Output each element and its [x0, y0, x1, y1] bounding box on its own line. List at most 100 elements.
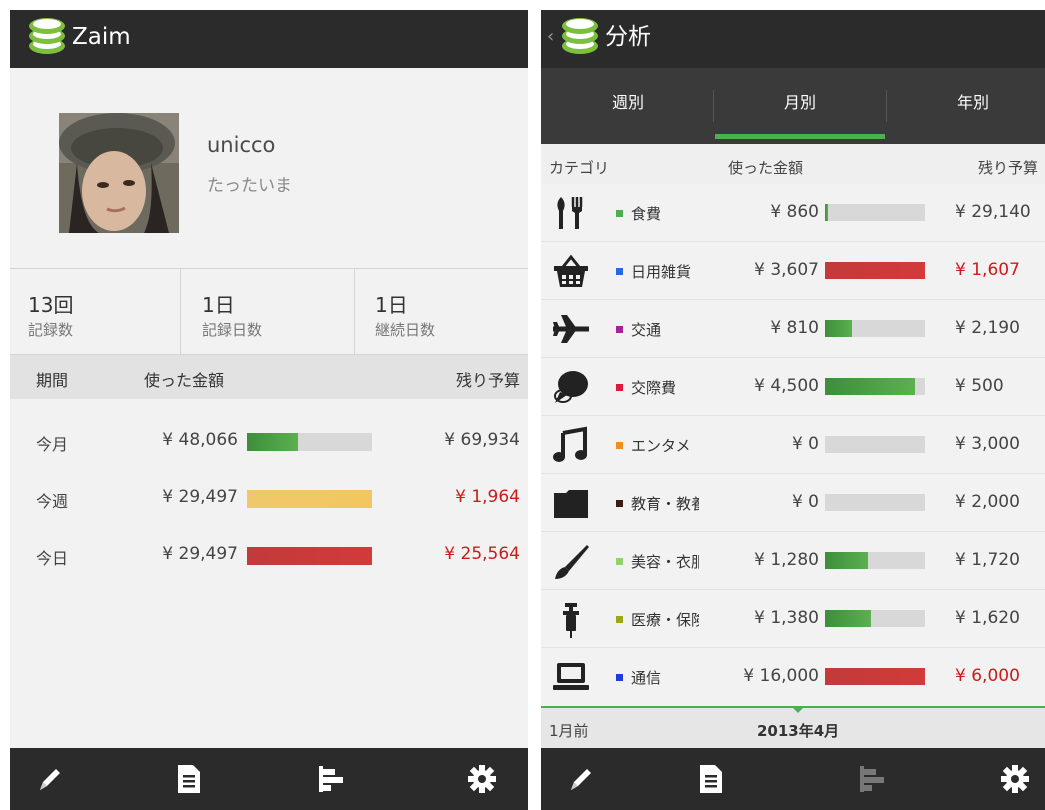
- budget-progress-fill: [825, 378, 915, 395]
- tab-weekly[interactable]: 週別: [543, 68, 713, 144]
- stat-value: 13回: [28, 293, 74, 317]
- category-color-swatch: [616, 268, 623, 275]
- budget-progress-bar: [825, 320, 925, 337]
- category-color-swatch: [616, 326, 623, 333]
- spent-amount: ¥ 0: [791, 492, 819, 512]
- category-row[interactable]: 交通 ¥ 810 ¥ 2,190: [541, 300, 1045, 358]
- category-row[interactable]: 食費 ¥ 860 ¥ 29,140: [541, 184, 1045, 242]
- header-remaining: 残り予算: [978, 159, 1039, 177]
- divider: [713, 90, 714, 122]
- tab-monthly[interactable]: 月別: [715, 68, 885, 144]
- pencil-icon: [571, 769, 591, 790]
- current-month: 2013年4月: [757, 722, 840, 740]
- remaining-budget: ¥ 1,607: [955, 260, 1020, 280]
- history-nav-button[interactable]: [671, 748, 751, 810]
- category-row[interactable]: 通信 ¥ 16,000 ¥ 6,000: [541, 648, 1045, 706]
- stat-value: 1日: [375, 293, 408, 317]
- period-row[interactable]: 今日 ¥ 29,497 ¥ 25,564: [10, 527, 528, 583]
- airplane-icon: [551, 309, 591, 349]
- previous-month-button[interactable]: 1月前: [549, 720, 589, 741]
- tab-yearly[interactable]: 年別: [888, 68, 1045, 144]
- budget-progress-fill: [825, 610, 871, 627]
- screen-title: 分析: [605, 24, 651, 50]
- stat-streak-days: 1日 継続日数: [355, 269, 528, 355]
- category-row[interactable]: 教育・教養 ¥ 0 ¥ 2,000: [541, 474, 1045, 532]
- category-row[interactable]: 交際費 ¥ 4,500 ¥ 500: [541, 358, 1045, 416]
- spent-amount: ¥ 16,000: [743, 666, 819, 686]
- category-row[interactable]: 日用雑貨 ¥ 3,607 ¥ 1,607: [541, 242, 1045, 300]
- spent-amount: ¥ 860: [770, 202, 819, 222]
- settings-nav-button[interactable]: [442, 748, 522, 810]
- budget-progress-bar: [825, 262, 925, 279]
- budget-progress-bar: [825, 552, 925, 569]
- brush-icon: [551, 541, 591, 581]
- remaining-budget: ¥ 2,190: [955, 318, 1020, 338]
- category-name: 食費: [631, 205, 662, 223]
- budget-progress-fill: [247, 490, 372, 508]
- last-seen: たったいま: [207, 176, 292, 196]
- music-note-icon: [551, 425, 591, 465]
- period-label: 今週: [36, 492, 69, 511]
- remaining-budget: ¥ 500: [955, 376, 1004, 396]
- budget-progress-bar: [825, 668, 925, 685]
- spent-amount: ¥ 29,497: [162, 544, 238, 564]
- budget-progress-bar: [247, 547, 372, 565]
- active-tab-indicator: [715, 134, 885, 139]
- analysis-nav-button[interactable]: [290, 748, 370, 810]
- budget-progress-fill: [247, 433, 299, 451]
- spent-amount: ¥ 3,607: [754, 260, 819, 280]
- period-table-header: 期間 使った金額 残り予算: [10, 355, 528, 399]
- month-navigator: 1月前 2013年4月: [541, 706, 1045, 748]
- stats-panel: 13回 記録数 1日 記録日数 1日 継続日数: [10, 268, 528, 355]
- stat-record-count: 13回 記録数: [10, 269, 180, 355]
- app-bar: Zaim: [10, 10, 528, 68]
- category-table-header: カテゴリ 使った金額 残り予算: [541, 144, 1045, 184]
- remaining-budget: ¥ 2,000: [955, 492, 1020, 512]
- category-row[interactable]: エンタメ ¥ 0 ¥ 3,000: [541, 416, 1045, 474]
- header-remaining: 残り予算: [455, 371, 520, 390]
- spent-amount: ¥ 810: [770, 318, 819, 338]
- app-title: Zaim: [72, 24, 131, 50]
- stat-label: 記録日数: [202, 321, 263, 339]
- budget-progress-fill: [825, 262, 925, 279]
- budget-progress-fill: [247, 547, 372, 565]
- avatar[interactable]: [59, 113, 179, 233]
- budget-progress-bar: [825, 204, 925, 221]
- period-row[interactable]: 今月 ¥ 48,066 ¥ 69,934: [10, 413, 528, 469]
- basket-icon: [551, 251, 591, 291]
- analysis-screen: ‹ 分析 週別 月別 年別 カテゴリ 使った金額 残り予算 食費 ¥ 860 ¥ 2…: [541, 10, 1045, 810]
- month-pointer: [791, 706, 805, 713]
- input-nav-button[interactable]: [541, 748, 621, 810]
- category-name: 交通: [631, 321, 662, 339]
- settings-nav-button[interactable]: [975, 748, 1045, 810]
- budget-progress-fill: [825, 552, 868, 569]
- category-row[interactable]: 医療・保険 ¥ 1,380 ¥ 1,620: [541, 590, 1045, 648]
- category-name: 医療・保険: [631, 611, 699, 629]
- budget-progress-fill: [825, 668, 925, 685]
- back-chevron-icon[interactable]: ‹: [547, 26, 554, 47]
- zaim-logo-icon: [29, 18, 65, 54]
- divider: [886, 90, 887, 122]
- history-nav-button[interactable]: [149, 748, 229, 810]
- zaim-logo-icon[interactable]: [557, 12, 603, 56]
- header-period: 期間: [36, 371, 69, 390]
- profile-card: unicco たったいま: [10, 68, 528, 268]
- budget-progress-bar: [247, 490, 372, 508]
- remaining-budget: ¥ 1,720: [955, 550, 1020, 570]
- laptop-icon: [551, 657, 591, 697]
- bar-chart-icon: [319, 766, 343, 792]
- pencil-icon: [40, 769, 60, 790]
- category-color-swatch: [616, 500, 623, 507]
- category-name: エンタメ: [631, 437, 691, 455]
- category-row[interactable]: 美容・衣服 ¥ 1,280 ¥ 1,720: [541, 532, 1045, 590]
- budget-progress-bar: [825, 494, 925, 511]
- category-color-swatch: [616, 384, 623, 391]
- folder-icon: [551, 483, 591, 523]
- spent-amount: ¥ 0: [791, 434, 819, 454]
- speech-bubble-icon: [551, 367, 591, 407]
- period-row[interactable]: 今週 ¥ 29,497 ¥ 1,964: [10, 470, 528, 526]
- remaining-budget: ¥ 25,564: [444, 544, 520, 564]
- input-nav-button[interactable]: [10, 748, 90, 810]
- spent-amount: ¥ 29,497: [162, 487, 238, 507]
- analysis-nav-button[interactable]: [831, 748, 911, 810]
